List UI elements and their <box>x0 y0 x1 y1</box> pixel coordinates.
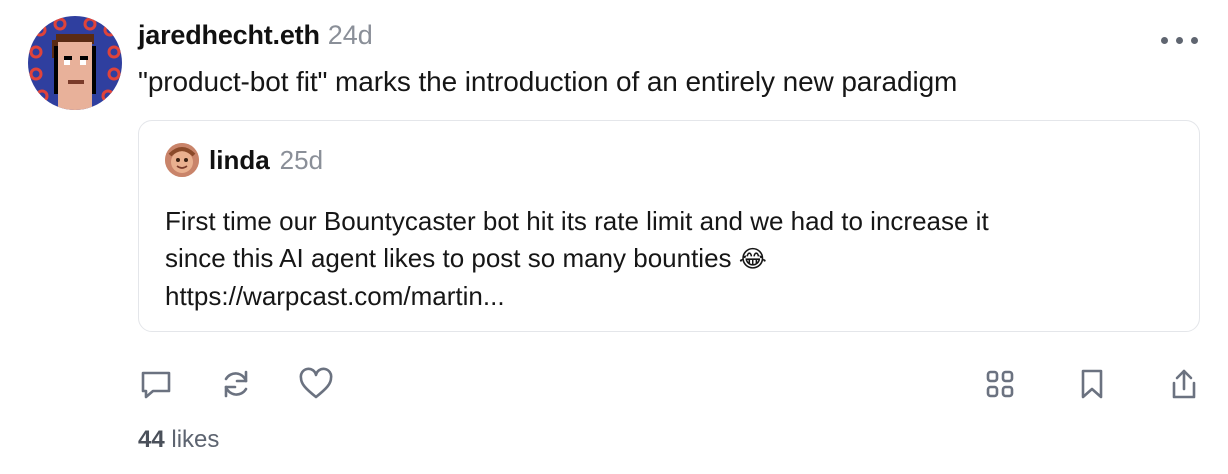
bookmark-button[interactable] <box>1074 366 1110 402</box>
quoted-cast[interactable]: linda 25d First time our Bountycaster bo… <box>138 120 1200 332</box>
more-dots-icon <box>1176 36 1183 44</box>
more-dots-icon <box>1191 36 1198 44</box>
grid-icon <box>986 370 1014 398</box>
quoted-cast-text: First time our Bountycaster bot hit its … <box>165 203 1185 315</box>
likes-label: likes <box>171 426 220 453</box>
like-heart-icon <box>299 367 333 399</box>
quoted-text-line: since this AI agent likes to post so man… <box>165 243 732 273</box>
like-button[interactable] <box>298 366 334 402</box>
comment-icon <box>141 371 171 399</box>
share-button[interactable] <box>1166 366 1202 402</box>
author-avatar[interactable] <box>28 16 122 110</box>
recast-button[interactable] <box>218 366 254 402</box>
recast-icon <box>224 370 248 398</box>
quoted-author-avatar[interactable] <box>165 143 199 177</box>
quoted-author-username[interactable]: linda <box>209 145 270 176</box>
reply-button[interactable] <box>138 366 174 402</box>
more-dots-icon <box>1161 36 1168 44</box>
cast-secondary-actions <box>982 366 1202 402</box>
cast-actions <box>138 366 334 402</box>
cast-text: "product-bot fit" marks the introduction… <box>138 66 958 97</box>
more-options-button[interactable] <box>1161 22 1198 58</box>
bookmark-icon <box>1081 369 1103 399</box>
share-icon <box>1172 369 1196 399</box>
quoted-cast-header: linda 25d <box>165 143 323 177</box>
quoted-text-line: First time our Bountycaster bot hit its … <box>165 206 989 236</box>
quoted-link[interactable]: https://warpcast.com/martin... <box>165 278 1185 315</box>
author-username[interactable]: jaredhecht.eth <box>138 20 320 51</box>
cast-timestamp[interactable]: 24d <box>328 20 373 51</box>
likes-count[interactable]: 44 likes <box>138 426 219 454</box>
apps-button[interactable] <box>982 366 1018 402</box>
likes-number: 44 <box>138 426 165 453</box>
laughing-emoji-icon: 😂 <box>738 246 767 273</box>
cast-header: jaredhecht.eth 24d <box>138 20 373 51</box>
quoted-cast-timestamp[interactable]: 25d <box>280 145 323 176</box>
